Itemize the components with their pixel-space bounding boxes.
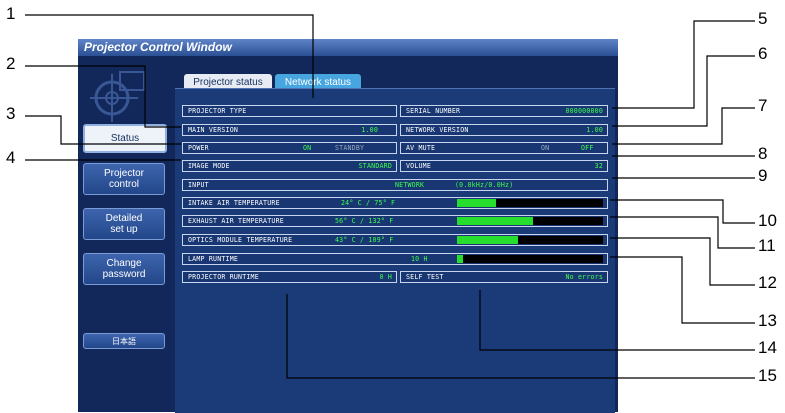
- callout-number-12: 12: [758, 273, 777, 292]
- callout-number-2: 2: [6, 54, 16, 73]
- callout-number-15: 15: [758, 366, 777, 385]
- callout-number-5: 5: [758, 9, 768, 28]
- callout-number-11: 11: [758, 236, 776, 255]
- callout-number-6: 6: [758, 44, 768, 63]
- callout-leader-lines: [25, 14, 755, 379]
- callout-number-4: 4: [6, 148, 16, 167]
- callout-number-13: 13: [758, 311, 777, 330]
- callout-number-8: 8: [758, 144, 768, 163]
- callout-number-14: 14: [758, 338, 777, 357]
- callout-number-9: 9: [758, 166, 768, 185]
- callout-number-10: 10: [758, 211, 777, 230]
- callout-number-7: 7: [758, 96, 768, 115]
- callout-number-1: 1: [6, 4, 16, 23]
- callout-number-3: 3: [6, 104, 16, 123]
